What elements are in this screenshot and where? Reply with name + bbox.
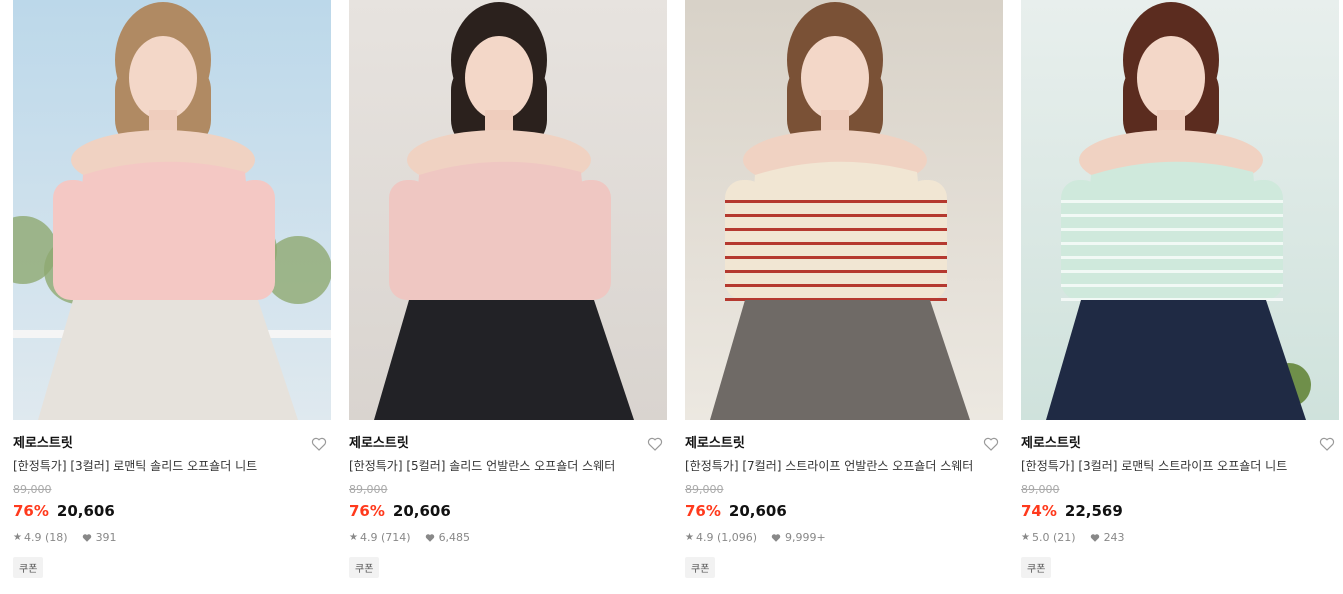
product-image[interactable]: [13, 0, 331, 420]
star-icon: ★: [13, 532, 22, 543]
brand-name[interactable]: 제로스트릿: [13, 435, 331, 453]
like-count: 243: [1103, 531, 1125, 544]
heart-icon[interactable]: [1319, 436, 1335, 452]
like-icon: [82, 534, 91, 542]
price-row: 76% 20,606: [685, 501, 1003, 521]
product-photo: [685, 0, 1003, 420]
product-stats: ★ 4.9 (18) 391: [13, 531, 331, 545]
original-price: 89,000: [685, 483, 724, 496]
product-title[interactable]: [한정특가] [3컬러] 로맨틱 스트라이프 오프숄더 니트: [1021, 458, 1339, 474]
brand-name[interactable]: 제로스트릿: [1021, 435, 1339, 453]
review-count: (714): [380, 531, 411, 544]
original-price: 89,000: [349, 483, 388, 496]
like-icon: [1090, 534, 1099, 542]
product-image[interactable]: [1021, 0, 1339, 420]
coupon-badge: 쿠폰: [685, 557, 716, 578]
like-count: 6,485: [438, 531, 471, 544]
product-card[interactable]: 제로스트릿 [한정특가] [5컬러] 솔리드 언발란스 오프숄더 스웨터 89,…: [349, 0, 667, 578]
product-title[interactable]: [한정특가] [3컬러] 로맨틱 솔리드 오프숄더 니트: [13, 458, 331, 474]
heart-icon[interactable]: [647, 436, 663, 452]
rating: 4.9: [359, 531, 378, 544]
product-info: 제로스트릿 [한정특가] [3컬러] 로맨틱 스트라이프 오프숄더 니트 89,…: [1021, 420, 1339, 578]
review-count: (21): [1052, 531, 1076, 544]
product-stats: ★ 4.9 (714) 6,485: [349, 531, 667, 545]
brand-name[interactable]: 제로스트릿: [685, 435, 1003, 453]
rating: 4.9: [23, 531, 42, 544]
like-count: 391: [95, 531, 117, 544]
price-row: 76% 20,606: [13, 501, 331, 521]
like-icon: [425, 534, 434, 542]
original-price: 89,000: [1021, 483, 1060, 496]
product-grid: 제로스트릿 [한정특가] [3컬러] 로맨틱 솔리드 오프숄더 니트 89,00…: [13, 0, 1339, 578]
discount-rate: 76%: [13, 502, 49, 520]
star-icon: ★: [349, 532, 358, 543]
coupon-badge: 쿠폰: [13, 557, 44, 578]
original-price: 89,000: [13, 483, 52, 496]
price-row: 76% 20,606: [349, 501, 667, 521]
rating: 5.0: [1031, 531, 1050, 544]
product-photo: [349, 0, 667, 420]
heart-icon[interactable]: [311, 436, 327, 452]
product-info: 제로스트릿 [한정특가] [5컬러] 솔리드 언발란스 오프숄더 스웨터 89,…: [349, 420, 667, 578]
sale-price: 22,569: [1064, 502, 1123, 520]
sale-price: 20,606: [728, 502, 787, 520]
product-stats: ★ 5.0 (21) 243: [1021, 531, 1339, 545]
review-count: (18): [44, 531, 68, 544]
star-icon: ★: [1021, 532, 1030, 543]
coupon-badge: 쿠폰: [1021, 557, 1052, 578]
coupon-badge: 쿠폰: [349, 557, 380, 578]
discount-rate: 74%: [1021, 502, 1057, 520]
product-photo: [1021, 0, 1339, 420]
heart-icon[interactable]: [983, 436, 999, 452]
sale-price: 20,606: [56, 502, 115, 520]
price-row: 74% 22,569: [1021, 501, 1339, 521]
product-card[interactable]: 제로스트릿 [한정특가] [7컬러] 스트라이프 언발란스 오프숄더 스웨터 8…: [685, 0, 1003, 578]
product-stats: ★ 4.9 (1,096) 9,999+: [685, 531, 1003, 545]
product-image[interactable]: [685, 0, 1003, 420]
product-title[interactable]: [한정특가] [7컬러] 스트라이프 언발란스 오프숄더 스웨터: [685, 458, 1003, 474]
product-card[interactable]: 제로스트릿 [한정특가] [3컬러] 로맨틱 솔리드 오프숄더 니트 89,00…: [13, 0, 331, 578]
star-icon: ★: [685, 532, 694, 543]
product-info: 제로스트릿 [한정특가] [3컬러] 로맨틱 솔리드 오프숄더 니트 89,00…: [13, 420, 331, 578]
product-title[interactable]: [한정특가] [5컬러] 솔리드 언발란스 오프숄더 스웨터: [349, 458, 667, 474]
product-card[interactable]: 제로스트릿 [한정특가] [3컬러] 로맨틱 스트라이프 오프숄더 니트 89,…: [1021, 0, 1339, 578]
like-icon: [771, 534, 781, 542]
sale-price: 20,606: [392, 502, 451, 520]
review-count: (1,096): [716, 531, 758, 544]
brand-name[interactable]: 제로스트릿: [349, 435, 667, 453]
like-count: 9,999+: [785, 531, 826, 544]
product-image[interactable]: [349, 0, 667, 420]
discount-rate: 76%: [349, 502, 385, 520]
discount-rate: 76%: [685, 502, 721, 520]
product-info: 제로스트릿 [한정특가] [7컬러] 스트라이프 언발란스 오프숄더 스웨터 8…: [685, 420, 1003, 578]
product-photo: [13, 0, 331, 420]
rating: 4.9: [695, 531, 714, 544]
